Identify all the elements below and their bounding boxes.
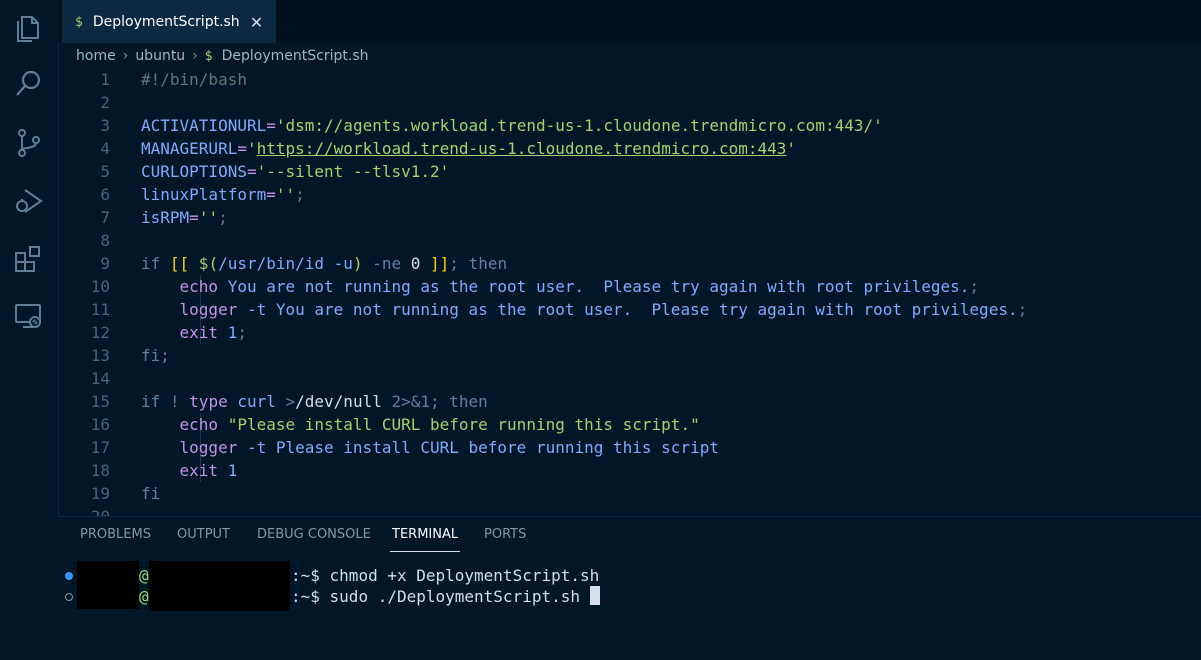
shell-file-icon: $ (204, 48, 213, 64)
tab-debug-console[interactable]: DEBUG CONSOLE (257, 527, 371, 551)
terminal-line: :~$ sudo ./DeploymentScript.sh (291, 586, 600, 607)
chevron-right-icon: › (122, 48, 129, 64)
terminal-line: :~$ chmod +x DeploymentScript.sh (291, 566, 600, 585)
breadcrumb: home › ubuntu › $ DeploymentScript.sh (76, 44, 368, 68)
breadcrumb-file[interactable]: DeploymentScript.sh (222, 48, 369, 64)
activity-bar (0, 0, 59, 660)
redacted-username (77, 561, 139, 609)
extensions-icon[interactable] (13, 243, 45, 275)
command-pending-dot[interactable] (65, 593, 73, 601)
chevron-right-icon: › (192, 48, 198, 64)
editor-tab-bar: $ DeploymentScript.sh ✕ (58, 0, 1201, 43)
breadcrumb-home[interactable]: home (76, 48, 116, 64)
close-icon[interactable]: ✕ (250, 13, 263, 32)
redacted-hostname (149, 561, 290, 611)
remote-explorer-icon[interactable] (13, 300, 45, 332)
tab-problems[interactable]: PROBLEMS (80, 527, 151, 551)
url-link[interactable]: https://workload.trend-us-1.cloudone.tre… (257, 139, 787, 158)
terminal-line: @ (139, 566, 149, 585)
breadcrumb-ubuntu[interactable]: ubuntu (135, 48, 185, 64)
terminal-line: @ (139, 587, 149, 606)
source-control-icon[interactable] (13, 127, 45, 159)
tab-ports[interactable]: PORTS (484, 527, 526, 551)
bottom-panel: PROBLEMS OUTPUT DEBUG CONSOLE TERMINAL P… (58, 516, 1201, 660)
command-success-dot[interactable] (65, 572, 73, 580)
tab-label: DeploymentScript.sh (92, 14, 240, 30)
terminal-cursor (589, 586, 600, 605)
run-debug-icon[interactable] (13, 185, 45, 217)
tab-deploymentscript[interactable]: $ DeploymentScript.sh ✕ (62, 0, 276, 43)
code-editor[interactable]: 1 #!/bin/bash 2 3 ACTIVATIONURL='dsm://age… (58, 68, 1201, 516)
tab-terminal[interactable]: TERMINAL (390, 527, 461, 552)
explorer-icon[interactable] (13, 10, 45, 42)
shell-file-icon: $ (75, 14, 83, 30)
search-icon[interactable] (13, 68, 45, 100)
tab-output[interactable]: OUTPUT (177, 527, 230, 551)
